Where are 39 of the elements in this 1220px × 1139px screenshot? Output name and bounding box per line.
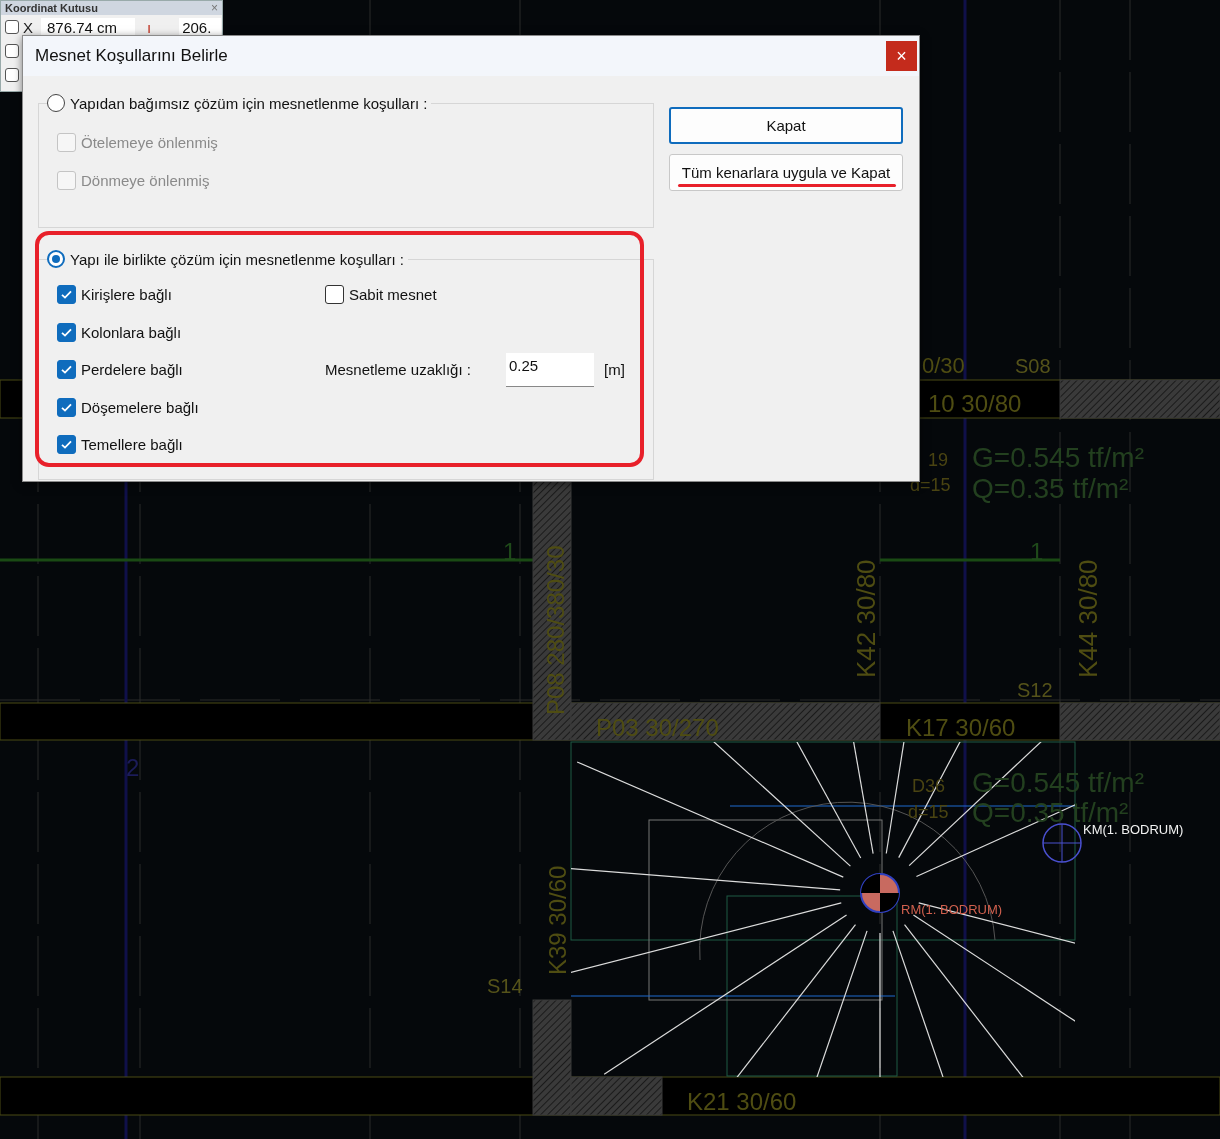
- dialog-title: Mesnet Koşullarını Belirle: [35, 46, 228, 66]
- checkbox-option[interactable]: Sabit mesnet: [325, 276, 635, 314]
- cursor-mark: ı: [147, 18, 152, 36]
- unit-label: [m]: [604, 361, 625, 379]
- field-label: Mesnetleme uzaklığı :: [325, 361, 472, 379]
- drawing-label: 1: [1030, 538, 1044, 565]
- drawing-label: 1: [503, 538, 517, 565]
- close-button[interactable]: ×: [886, 41, 917, 71]
- radio-option[interactable]: Yapıdan bağımsız çözüm için mesnetlenme koşulları :: [47, 94, 428, 112]
- checkbox[interactable]: [5, 44, 19, 58]
- checkbox-option[interactable]: Perdelere bağlı: [57, 351, 325, 389]
- panel-title: Koordinat Kutusu: [5, 2, 98, 14]
- drawing-label: 10 30/80: [928, 390, 1022, 417]
- checkbox-option[interactable]: Döşemelere bağlı: [57, 388, 325, 426]
- drawing-label: Q=0.35 tf/m²: [972, 473, 1129, 504]
- drawing-label: K42 30/80: [851, 559, 881, 678]
- checkbox-option[interactable]: Kolonlara bağlı: [57, 313, 325, 351]
- radio-option[interactable]: Yapı ile birlikte çözüm için mesnetlenme koşulları :: [47, 250, 405, 268]
- drawing-label: 2: [126, 754, 140, 781]
- drawing-label: K44 30/80: [1073, 559, 1103, 678]
- checkbox[interactable]: [5, 68, 19, 82]
- drawing-label: K21 30/60: [687, 1088, 797, 1115]
- dialog-button[interactable]: Tüm kenarlara uygula ve Kapat: [669, 154, 903, 191]
- axis-label: X: [23, 18, 34, 36]
- distance-input[interactable]: 0.25: [506, 352, 594, 387]
- drawing-label: S14: [487, 975, 523, 997]
- drawing-label: 19: [928, 450, 949, 470]
- drawing-label: 0/30: [922, 353, 965, 378]
- drawing-label: S08: [1015, 355, 1051, 377]
- checkbox-option[interactable]: Temellere bağlı: [57, 426, 325, 464]
- checkbox[interactable]: [5, 20, 19, 34]
- drawing-label: S12: [1017, 679, 1053, 701]
- support-marker-icon: [860, 873, 900, 913]
- drawing-label: G=0.545 tf/m²: [972, 442, 1144, 473]
- dialog-button[interactable]: Kapat: [669, 107, 903, 144]
- checkbox-option[interactable]: Kirişlere bağlı: [57, 276, 325, 314]
- drawing-label: K39 30/60: [544, 865, 571, 975]
- drawing-label: K17 30/60: [906, 714, 1016, 741]
- drawing-label: RM(1. BODRUM): [901, 902, 1003, 917]
